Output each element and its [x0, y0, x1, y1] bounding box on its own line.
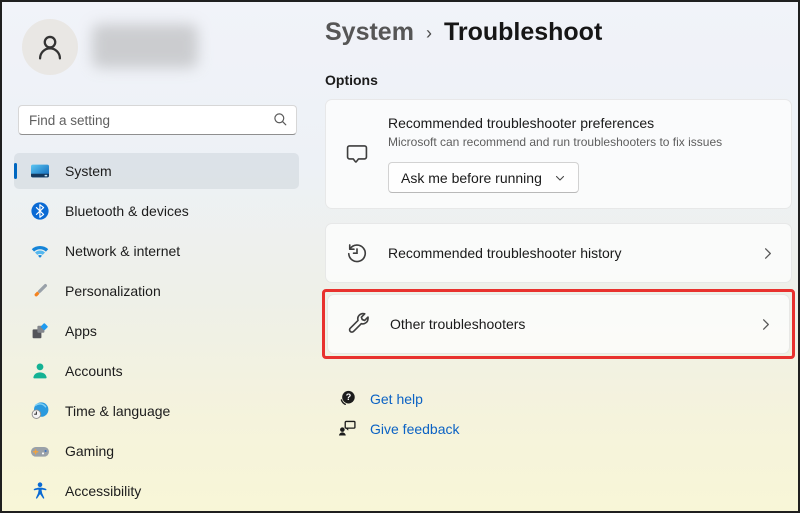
- sidebar-item-label: Network & internet: [65, 243, 180, 259]
- sidebar-item-label: Bluetooth & devices: [65, 203, 189, 219]
- accessibility-icon: [30, 481, 50, 501]
- gaming-icon: [30, 441, 50, 461]
- link-label: Get help: [370, 391, 423, 407]
- page-title: Troubleshoot: [444, 18, 602, 47]
- breadcrumb-separator-icon: ›: [426, 21, 432, 44]
- sidebar-item-time-language[interactable]: Time & language: [14, 393, 299, 429]
- user-avatar[interactable]: [22, 19, 78, 75]
- get-help-icon: ?: [338, 389, 357, 408]
- sidebar-item-label: Personalization: [65, 283, 161, 299]
- sidebar-item-bluetooth-devices[interactable]: Bluetooth & devices: [14, 193, 299, 229]
- sidebar: System Bluetooth & devices Network & int…: [2, 2, 312, 511]
- sidebar-nav: System Bluetooth & devices Network & int…: [14, 153, 299, 513]
- link-label: Give feedback: [370, 421, 460, 437]
- section-title: Options: [325, 72, 378, 88]
- chevron-right-icon: [741, 317, 789, 332]
- sidebar-item-accessibility[interactable]: Accessibility: [14, 473, 299, 509]
- give-feedback-link[interactable]: Give feedback: [338, 419, 460, 438]
- card-description: Microsoft can recommend and run troubles…: [388, 135, 791, 149]
- history-icon: [326, 240, 388, 266]
- system-icon: [30, 161, 50, 181]
- card-body: Other troubleshooters: [390, 316, 741, 332]
- main-content: System › Troubleshoot Options Recommende…: [325, 2, 792, 511]
- sidebar-item-accounts[interactable]: Accounts: [14, 353, 299, 389]
- sidebar-item-label: System: [65, 163, 112, 179]
- selected-accent-bar: [14, 163, 17, 179]
- network-icon: [30, 241, 50, 261]
- user-name-blurred: [92, 24, 198, 68]
- dropdown-value: Ask me before running: [401, 170, 542, 186]
- search-box: [18, 105, 297, 135]
- card-troubleshooter-preferences: Recommended troubleshooter preferences M…: [325, 99, 792, 209]
- card-other-troubleshooters[interactable]: Other troubleshooters: [327, 294, 790, 354]
- breadcrumb-parent[interactable]: System: [325, 18, 414, 47]
- search-input[interactable]: [18, 105, 297, 135]
- chevron-right-icon: [743, 246, 791, 261]
- sidebar-item-label: Apps: [65, 323, 97, 339]
- card-troubleshooter-history[interactable]: Recommended troubleshooter history: [325, 223, 792, 283]
- sidebar-item-system[interactable]: System: [14, 153, 299, 189]
- card-title: Other troubleshooters: [390, 316, 741, 332]
- give-feedback-icon: [338, 419, 357, 438]
- time-language-icon: [30, 401, 50, 421]
- settings-window: { "window": { "app": "Windows Settings",…: [0, 0, 800, 513]
- red-highlight-annotation: Other troubleshooters: [322, 289, 795, 359]
- accounts-icon: [30, 361, 50, 381]
- sidebar-item-network-internet[interactable]: Network & internet: [14, 233, 299, 269]
- get-help-link[interactable]: ? Get help: [338, 389, 423, 408]
- breadcrumb: System › Troubleshoot: [325, 18, 602, 47]
- sidebar-item-gaming[interactable]: Gaming: [14, 433, 299, 469]
- sidebar-item-personalization[interactable]: Personalization: [14, 273, 299, 309]
- wrench-icon: [328, 311, 390, 337]
- person-icon: [33, 30, 67, 64]
- sidebar-item-apps[interactable]: Apps: [14, 313, 299, 349]
- bluetooth-icon: [30, 201, 50, 221]
- search-icon: [272, 111, 289, 128]
- comment-bubble-icon: [326, 141, 388, 167]
- chevron-down-icon: [554, 172, 566, 184]
- card-body: Recommended troubleshooter history: [388, 245, 743, 261]
- svg-text:?: ?: [346, 392, 352, 402]
- sidebar-item-label: Accounts: [65, 363, 123, 379]
- card-body: Recommended troubleshooter preferences M…: [388, 115, 791, 193]
- sidebar-item-label: Accessibility: [65, 483, 141, 499]
- sidebar-item-label: Time & language: [65, 403, 170, 419]
- card-title: Recommended troubleshooter preferences: [388, 115, 791, 131]
- card-title: Recommended troubleshooter history: [388, 245, 743, 261]
- preferences-dropdown[interactable]: Ask me before running: [388, 162, 579, 193]
- apps-icon: [30, 321, 50, 341]
- sidebar-item-label: Gaming: [65, 443, 114, 459]
- personalization-icon: [30, 281, 50, 301]
